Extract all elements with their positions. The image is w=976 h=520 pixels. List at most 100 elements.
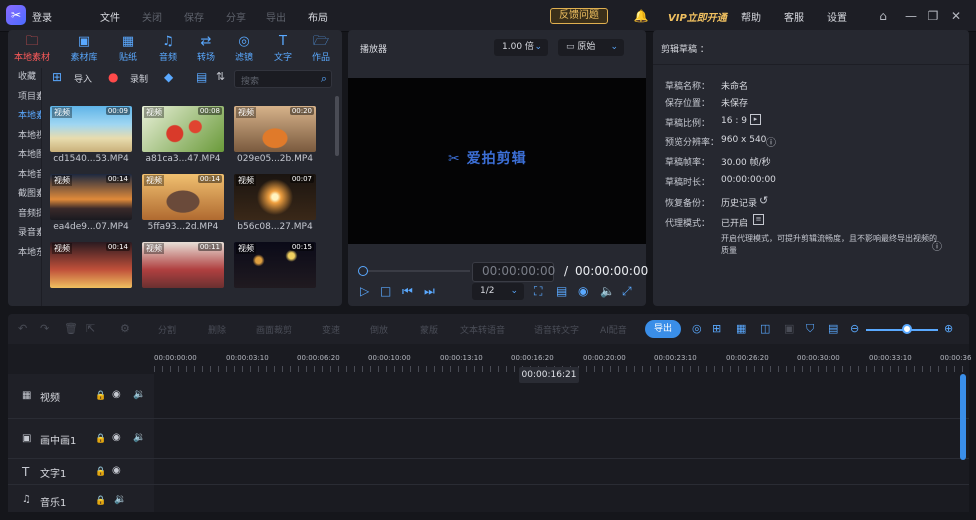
menu-share[interactable]: 分享 [226, 9, 246, 24]
sidebar-item-audio-extract[interactable]: 音频提取 [8, 205, 41, 225]
delete-button[interactable]: 删除 [208, 323, 226, 336]
tts-button[interactable]: 文本转语音 [460, 323, 505, 336]
tab-filter[interactable]: ◎ 滤镜 [226, 34, 262, 63]
minimize-icon[interactable]: — [902, 7, 920, 25]
sidebar-item-project[interactable]: 项目素材 [8, 88, 41, 108]
eye-icon[interactable]: ◉ [112, 432, 121, 443]
undo-icon[interactable]: ↶ [18, 322, 27, 335]
eye-icon[interactable]: ◉ [112, 389, 121, 400]
menu-close[interactable]: 关闭 [142, 9, 162, 24]
grid-icon[interactable]: ▦ [736, 322, 746, 335]
timeline-scrollbar[interactable] [960, 374, 966, 460]
sidebar-item-favorites[interactable]: 收藏 [8, 68, 41, 88]
vip-button[interactable]: VIP立即开通 [668, 9, 727, 24]
tab-works[interactable]: 🗁 作品 [303, 34, 339, 63]
media-thumbnail[interactable]: 视频 00:14 [142, 174, 224, 220]
subtitle-icon[interactable]: ▤ [556, 284, 567, 298]
help-icon[interactable]: ⓘ [932, 238, 942, 253]
volume-icon[interactable]: 🔉 [114, 494, 126, 505]
sort-icon[interactable]: ⇅ [216, 70, 225, 83]
volume-icon[interactable]: 🔈 [600, 284, 615, 298]
menu-file[interactable]: 文件 [100, 9, 120, 24]
history-icon[interactable]: ↺ [759, 194, 768, 207]
sidebar-item-local-image[interactable]: 本地图片 [8, 146, 41, 166]
search-input[interactable]: 搜索 [241, 74, 259, 87]
redo-icon[interactable]: ↷ [40, 322, 49, 335]
settings-menu[interactable]: 设置 [827, 9, 847, 24]
ai-dub-button[interactable]: AI配音 [600, 323, 627, 336]
play-icon[interactable]: ▷ [360, 284, 369, 298]
menu-save[interactable]: 保存 [184, 9, 204, 24]
ratio-select[interactable]: ▭ 原始 ⌄ [558, 39, 624, 56]
mask-button[interactable]: 蒙版 [420, 323, 438, 336]
fullscreen-icon[interactable]: ⤢ [622, 284, 632, 299]
progress-track[interactable] [360, 270, 470, 272]
lock-icon[interactable]: 🔒 [95, 391, 106, 401]
feedback-button[interactable]: 反馈问题 [550, 8, 608, 24]
media-thumbnail[interactable]: 视频 00:14 [50, 174, 132, 220]
sidebar-item-recording[interactable]: 录音素材 [8, 224, 41, 244]
search-box[interactable]: 搜索 ⌕ [234, 70, 332, 88]
tab-transition[interactable]: ⇄ 转场 [188, 34, 224, 63]
lock-icon[interactable]: ▣ [784, 322, 794, 335]
video-preview[interactable]: ✂ 爱拍剪辑 [348, 78, 646, 244]
search-icon[interactable]: ⌕ [321, 72, 327, 86]
help-icon[interactable]: ⓘ [766, 134, 776, 149]
sidebar-item-local[interactable]: 本地素材 [8, 107, 41, 127]
sidebar-item-local-video[interactable]: 本地视频 [8, 127, 41, 147]
record-button[interactable]: 录制 [130, 72, 148, 85]
zoom-in-icon[interactable]: ⊕ [944, 322, 953, 335]
close-icon[interactable]: ✕ [947, 7, 965, 25]
lock-icon[interactable]: 🔒 [95, 496, 106, 506]
brush-icon[interactable]: ◆ [164, 70, 173, 84]
import-button[interactable]: 导入 [74, 72, 92, 85]
speed-button[interactable]: 变速 [322, 323, 340, 336]
shield-icon[interactable]: ⛉ [806, 322, 814, 336]
maximize-icon[interactable]: ❐ [924, 7, 942, 25]
prev-frame-icon[interactable]: ⏮ [402, 284, 413, 299]
menu-layout[interactable]: 布局 [308, 9, 328, 24]
import-icon[interactable]: ⊞ [52, 70, 62, 84]
proxy-toggle-icon[interactable]: ≡ [753, 214, 764, 225]
media-thumbnail[interactable]: 视频 00:08 [142, 106, 224, 152]
help-menu[interactable]: 帮助 [741, 9, 761, 24]
ratio-play-icon[interactable]: ▸ [750, 114, 761, 125]
volume-icon[interactable]: 🔉 [133, 432, 145, 443]
zoom-out-icon[interactable]: ⊖ [850, 322, 859, 335]
speed-select[interactable]: 1.00 倍 ⌄ [494, 39, 548, 56]
layout-icon[interactable]: ⊞ [712, 322, 721, 335]
tab-text[interactable]: T 文字 [265, 34, 301, 63]
login-link[interactable]: 登录 [32, 9, 52, 24]
caption-icon[interactable]: ▤ [828, 322, 838, 335]
media-thumbnail[interactable]: 视频 00:15 [234, 242, 316, 288]
sidebar-item-local-other[interactable]: 本地东西 [8, 244, 41, 264]
export-button[interactable]: 导出 [645, 320, 681, 338]
eye-icon[interactable]: ◉ [112, 465, 121, 476]
split-view-icon[interactable]: ◫ [760, 322, 770, 335]
magnet-icon[interactable]: ◎ [692, 322, 702, 335]
settings-icon[interactable]: ⚙ [120, 322, 130, 335]
media-thumbnail[interactable]: 视频 00:07 [234, 174, 316, 220]
split-button[interactable]: 分割 [158, 323, 176, 336]
media-scrollbar[interactable] [335, 96, 339, 156]
stop-icon[interactable]: □ [380, 284, 391, 298]
sidebar-item-screenshot[interactable]: 截图素材 [8, 185, 41, 205]
next-frame-icon[interactable]: ⏭ [424, 284, 435, 299]
reverse-button[interactable]: 倒放 [370, 323, 388, 336]
crop-icon[interactable]: ⛶ [534, 284, 542, 299]
record-icon[interactable]: ● [108, 70, 118, 84]
bell-icon[interactable]: 🔔 [632, 7, 650, 25]
select-icon[interactable]: ⇱ [86, 322, 95, 335]
media-thumbnail[interactable]: 视频 00:11 [142, 242, 224, 288]
tab-material-library[interactable]: ▣ 素材库 [66, 34, 102, 63]
tab-stickers[interactable]: ▦ 贴纸 [110, 34, 146, 63]
tab-local-media[interactable]: 🗀 本地素材 [14, 34, 50, 63]
page-select[interactable]: 1/2 ⌄ [472, 283, 524, 300]
tab-audio[interactable]: ♫ 音频 [150, 34, 186, 63]
media-thumbnail[interactable]: 视频 00:09 [50, 106, 132, 152]
crop-button[interactable]: 画面裁剪 [256, 323, 292, 336]
home-icon[interactable]: ⌂ [874, 7, 892, 25]
media-thumbnail[interactable]: 视频 00:14 [50, 242, 132, 288]
history-link[interactable]: 历史记录 [721, 196, 757, 209]
media-thumbnail[interactable]: 视频 00:20 [234, 106, 316, 152]
